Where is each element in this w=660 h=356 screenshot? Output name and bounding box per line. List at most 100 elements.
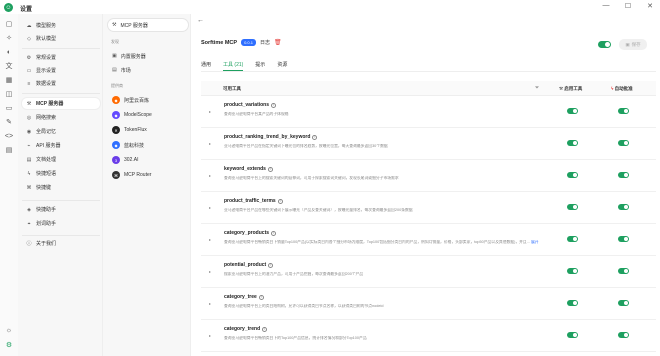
table-row: ▸ product_ranking_trend_by_keyword i 亚马逊电…	[201, 128, 656, 160]
tools-table-header: 可用工具 ⏷ ⚒ 启用工具 ϟ 自动批准	[201, 81, 656, 96]
paint-icon[interactable]: ◐	[4, 48, 14, 58]
mcp-servers-item[interactable]: ⚒ MCP 服务器	[108, 19, 188, 31]
theme-icon[interactable]: ☼	[4, 326, 14, 336]
expand-icon[interactable]: ▸	[209, 205, 211, 210]
market-item[interactable]: ▤ 市场	[108, 64, 188, 76]
auto-approve-toggle[interactable]	[618, 300, 629, 306]
agents-icon[interactable]: ✧	[4, 34, 14, 44]
tool-name: product_traffic_terms i	[224, 198, 283, 204]
close-icon[interactable]: ✕	[644, 2, 656, 10]
api-icon: ⌁	[27, 142, 31, 149]
nav-item-default-model[interactable]: ◇ 默认模型	[22, 33, 100, 44]
info-icon[interactable]: i	[271, 102, 277, 108]
tool-description: 查询亚马逊电商平台畅销类目下销量Top100产品(以实际类目内各个细分市场为维度…	[224, 240, 539, 244]
tab-resources[interactable]: 资源	[277, 61, 287, 71]
save-button[interactable]: ▣ 保存	[619, 39, 647, 50]
expand-icon[interactable]: ▸	[209, 269, 211, 274]
table-row: ▸ product_variations i 查询亚马逊电商平台某产品的子体规格	[201, 96, 656, 128]
provider-item[interactable]: 3 302.AI	[108, 154, 188, 166]
log-button[interactable]: 日志	[260, 39, 270, 46]
enable-tool-toggle[interactable]	[567, 268, 578, 274]
col-auto-approve: ϟ 自动批准	[611, 86, 633, 91]
provider-item[interactable]: ◆ ModelScope	[108, 109, 188, 121]
enable-tool-toggle[interactable]	[567, 236, 578, 242]
info-icon[interactable]: i	[312, 134, 318, 140]
provider-item[interactable]: ◆ 阿里云百炼	[108, 94, 188, 106]
tokenflux-icon: ✕	[112, 126, 120, 134]
chat-icon[interactable]: ▢	[4, 20, 14, 30]
knowledge-icon[interactable]: ◫	[4, 90, 14, 100]
maximize-icon[interactable]: ☐	[622, 2, 634, 10]
server-enable-toggle[interactable]	[598, 41, 611, 48]
tab-general[interactable]: 通用	[201, 61, 211, 71]
nav-item-quick-phrase[interactable]: ϟ 快捷短语	[22, 168, 100, 179]
tool-name: product_ranking_trend_by_keyword i	[224, 134, 318, 140]
nav-item-memory[interactable]: ◉ 全局记忆	[22, 126, 100, 137]
store-icon: ▤	[112, 67, 117, 73]
file-icon[interactable]: ▤	[4, 146, 14, 156]
enable-tool-toggle[interactable]	[567, 332, 578, 338]
info-icon: ⓘ	[26, 241, 32, 247]
table-row: ▸ keyword_extends i 查询亚马逊电商平台上的搜索关键词的延伸词，…	[201, 160, 656, 192]
gear-icon: ⚙	[26, 54, 32, 61]
info-icon[interactable]: i	[271, 230, 277, 236]
nav-item-display[interactable]: ▭ 显示设置	[22, 65, 100, 76]
provider-item[interactable]: ◆ 蓝耘科技	[108, 139, 188, 151]
auto-approve-toggle[interactable]	[618, 172, 629, 178]
expand-icon[interactable]: ▸	[209, 141, 211, 146]
expand-icon[interactable]: ▸	[209, 301, 211, 306]
info-icon[interactable]: i	[258, 294, 264, 300]
enable-tool-toggle[interactable]	[567, 140, 578, 146]
enable-tool-toggle[interactable]	[567, 108, 578, 114]
expand-description-link[interactable]: 展开	[531, 240, 539, 244]
settings-nav: ☁ 模型服务 ◇ 默认模型 ⚙ 常规设置 ▭ 显示设置 ≡ 数据设置 ⚒ MCP 服务器 ◎…	[18, 14, 103, 356]
filter-icon[interactable]: ⏷	[535, 85, 539, 91]
nav-item-about[interactable]: ⓘ 关于我们	[22, 238, 100, 249]
auto-approve-toggle[interactable]	[618, 236, 629, 242]
info-icon[interactable]: i	[268, 262, 274, 268]
nav-item-api-server[interactable]: ⌁ API 服务器	[22, 140, 100, 151]
tool-name: product_variations i	[224, 102, 277, 108]
provider-item[interactable]: ✕ TokenFlux	[108, 124, 188, 136]
auto-approve-toggle[interactable]	[618, 268, 629, 274]
settings-gear-icon[interactable]: ⚙	[4, 341, 14, 351]
info-icon[interactable]: i	[267, 166, 273, 172]
back-arrow-icon[interactable]: ←	[197, 17, 204, 24]
code-icon[interactable]: <>	[4, 132, 14, 142]
nav-item-shortcuts[interactable]: ⌘ 快捷键	[22, 182, 100, 193]
auto-approve-toggle[interactable]	[618, 140, 629, 146]
info-icon[interactable]: i	[277, 198, 283, 204]
nav-item-web-search[interactable]: ◎ 网络搜索	[22, 112, 100, 123]
nav-item-quick-assistant[interactable]: ◈ 快捷助手	[22, 204, 100, 215]
expand-icon[interactable]: ▸	[209, 173, 211, 178]
notes-icon[interactable]: ✎	[4, 118, 14, 128]
auto-approve-toggle[interactable]	[618, 204, 629, 210]
nav-item-model-service[interactable]: ☁ 模型服务	[22, 20, 100, 31]
expand-icon[interactable]: ▸	[209, 237, 211, 242]
nav-item-general[interactable]: ⚙ 常规设置	[22, 52, 100, 63]
enable-tool-toggle[interactable]	[567, 204, 578, 210]
trash-icon[interactable]: 🗑	[274, 39, 282, 46]
builtin-servers-item[interactable]: ▣ 内置服务器	[108, 50, 188, 62]
table-row: ▸ product_traffic_terms i 亚马逊电商平台产品在哪些关键词…	[201, 192, 656, 224]
translate-icon[interactable]: 文	[4, 62, 14, 72]
apps-icon[interactable]: ▦	[4, 76, 14, 86]
nav-item-selection-assistant[interactable]: ⌖ 划词助手	[22, 218, 100, 229]
folder-icon[interactable]: ▭	[4, 104, 14, 114]
database-icon: ≡	[27, 80, 31, 87]
enable-tool-toggle[interactable]	[567, 172, 578, 178]
doc-icon: ▤	[26, 156, 32, 163]
expand-icon[interactable]: ▸	[209, 109, 211, 114]
enable-tool-toggle[interactable]	[567, 300, 578, 306]
expand-icon[interactable]: ▸	[209, 333, 211, 338]
nav-item-data[interactable]: ≡ 数据设置	[22, 78, 100, 89]
info-icon[interactable]: i	[262, 326, 268, 332]
tab-prompts[interactable]: 提示	[255, 61, 265, 71]
tab-tools[interactable]: 工具 (21)	[223, 61, 244, 71]
auto-approve-toggle[interactable]	[618, 108, 629, 114]
minimize-icon[interactable]: —	[600, 2, 612, 10]
nav-item-doc-processing[interactable]: ▤ 文档处理	[22, 154, 100, 165]
provider-item[interactable]: ⌘ MCP Router	[108, 169, 188, 181]
auto-approve-toggle[interactable]	[618, 332, 629, 338]
nav-item-mcp[interactable]: ⚒ MCP 服务器	[22, 98, 100, 109]
